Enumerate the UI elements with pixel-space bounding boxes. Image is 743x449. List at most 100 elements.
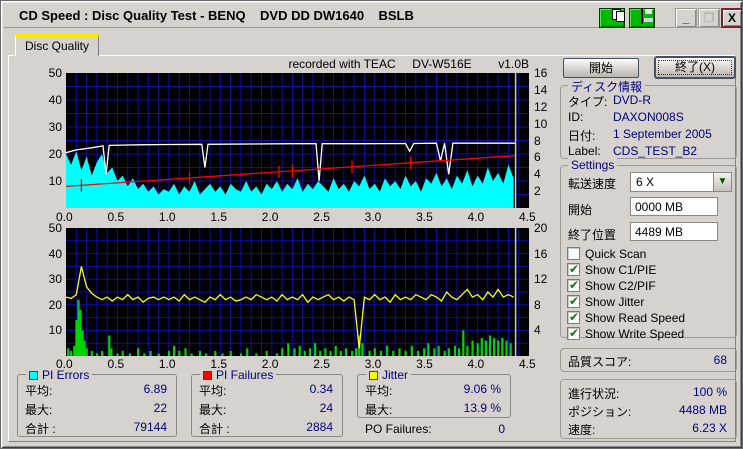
app-window: CD Speed : Disc Quality Test - BENQ DVD … [0,0,743,449]
progress-label: 進行状況: [568,387,620,401]
checkbox-label: Quick Scan [585,247,647,261]
axis-tick-label: 50 [48,221,62,235]
end-pos-input[interactable]: 4489 MB [630,222,718,241]
speed-value: 6 X [636,175,655,189]
position-value: 4488 MB [678,403,727,417]
pie-total-label: 合計 : [25,422,56,436]
save-button[interactable] [629,8,655,28]
chevron-down-icon[interactable]: ▼ [713,173,731,191]
checkbox-label: Show Write Speed [585,327,685,341]
check-icon: ✔ [569,262,580,276]
checkbox-label: Show Jitter [585,295,645,309]
po-failures-value: 0 [498,422,505,436]
axis-tick-label: 12 [534,99,548,114]
axis-tick-label: 16 [534,246,548,261]
copy-to-clipboard-button[interactable] [599,8,625,28]
disc-type-value: DVD-R [613,93,651,107]
axis-tick-label: 4.0 [467,357,485,371]
pif-max-value: 24 [319,401,333,415]
check-icon: ✔ [569,294,580,308]
tab-label: Disc Quality [24,39,89,53]
pi-errors-title: PI Errors [42,368,90,382]
settings-title: Settings [568,158,618,172]
axis-tick-label: 12 [534,272,548,287]
pif-avg-value: 0.34 [309,382,333,396]
axis-tick-label: 3.5 [416,357,433,371]
disc-id-value: DAXON008S [613,110,684,124]
pie-avg-label: 平均: [25,384,53,398]
maximize-icon: ❒ [703,11,715,25]
titlebar: CD Speed : Disc Quality Test - BENQ DVD … [4,4,742,28]
axis-tick-label: 4 [534,167,541,182]
checkbox-box: ✔ [567,278,580,292]
pif-avg-label: 平均: [199,384,227,398]
start-button[interactable]: 開始 [563,58,639,78]
quality-score-label: 品質スコア: [568,355,632,369]
progress-value: 100 % [692,385,727,399]
axis-tick-label: 10 [48,323,62,338]
check-icon: ✔ [569,310,580,324]
minimize-button[interactable]: _ [675,8,697,28]
axis-tick-label: 8 [534,133,541,148]
jitter-avg-label: 平均: [365,384,393,398]
checkbox-box: ✔ [567,262,580,276]
axis-tick-label: 3.5 [416,210,433,224]
axis-tick-label: 40 [48,93,62,107]
start-pos-label: 開始 [568,203,593,217]
axis-tick-label: 2.5 [313,357,330,371]
speed-status-label: 速度: [568,423,596,437]
pi-failures-legend-swatch [203,371,212,380]
jitter-avg-value: 9.06 % [463,382,501,396]
check-icon: ✔ [569,326,580,340]
close-icon: X [727,11,736,25]
minimize-icon: _ [682,11,690,25]
jitter-title: Jitter [382,368,409,382]
pif-max-label: 最大: [199,403,227,417]
disc-id-label: ID: [568,110,584,124]
speed-select[interactable]: 6 X ▼ [630,172,732,192]
jitter-max-label: 最大: [365,403,393,417]
axis-tick-label: 2 [534,184,541,199]
checkbox-label: Show Read Speed [585,311,686,325]
disc-date-value: 1 September 2005 [613,127,712,141]
jitter-pif-chart [66,228,529,356]
pi-failures-title: PI Failures [216,368,274,382]
axis-tick-label: 1.0 [158,357,176,371]
axis-tick-label: 1.5 [210,210,228,224]
exit-button[interactable]: 終了(X) [655,57,735,78]
position-label: ポジション: [568,405,632,419]
maximize-button[interactable]: ❒ [698,8,720,28]
start-pos-input[interactable]: 0000 MB [630,197,718,216]
window-title: CD Speed : Disc Quality Test - BENQ DVD … [19,8,414,23]
axis-tick-label: 30 [48,272,62,287]
check-icon: ✔ [569,278,580,292]
pif-total-value: 2884 [306,420,333,434]
quality-score-value: 68 [713,353,727,367]
axis-tick-label: 4.5 [519,357,536,371]
pie-avg-value: 6.89 [143,382,167,396]
save-icon [641,8,653,24]
recorded-with-text: recorded with TEAC DV-W516E v1.0B [288,57,529,71]
checkbox-label: Show C2/PIF [585,279,656,293]
disc-date-label: 日付: [568,129,596,143]
axis-tick-label: 2.5 [313,210,330,224]
pi-errors-legend-swatch [29,371,38,380]
axis-tick-label: 2.0 [261,210,279,224]
axis-tick-label: 10 [48,174,62,188]
axis-tick-label: 20 [48,297,62,312]
axis-tick-label: 20 [534,221,548,235]
axis-tick-label: 8 [534,297,541,312]
axis-tick-label: 1.0 [158,210,176,224]
checkbox-box: ✔ [567,294,580,308]
axis-tick-label: 50 [48,66,62,80]
tab-disc-quality[interactable]: Disc Quality [15,34,99,56]
pie-max-value: 22 [153,401,167,415]
axis-tick-label: 0.5 [107,210,125,224]
axis-tick-label: 30 [48,120,62,134]
close-button[interactable]: X [721,8,742,28]
speed-status-value: 6.23 X [692,421,727,435]
pi-errors-speed-chart [66,73,529,208]
jitter-max-value: 13.9 % [463,401,501,415]
axis-tick-label: 40 [48,246,62,261]
disc-label-value: CDS_TEST_B2 [613,144,698,158]
